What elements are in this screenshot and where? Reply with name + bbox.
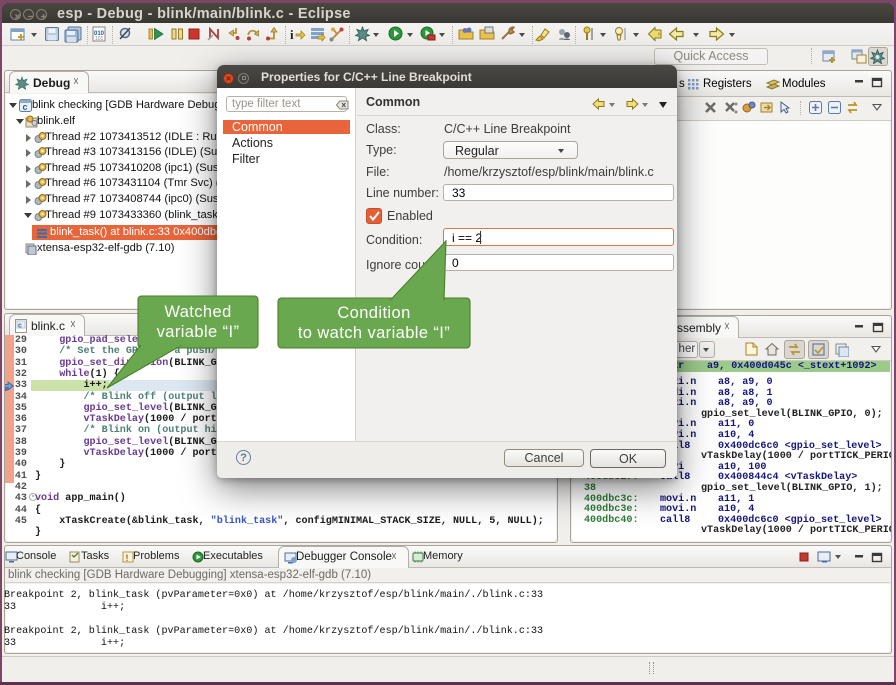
svg-text:Watched: Watched (164, 303, 231, 321)
svg-text:Condition: Condition (337, 304, 410, 322)
svg-text:to watch variable “I”: to watch variable “I” (298, 324, 450, 342)
svg-text:variable “I”: variable “I” (157, 323, 240, 341)
